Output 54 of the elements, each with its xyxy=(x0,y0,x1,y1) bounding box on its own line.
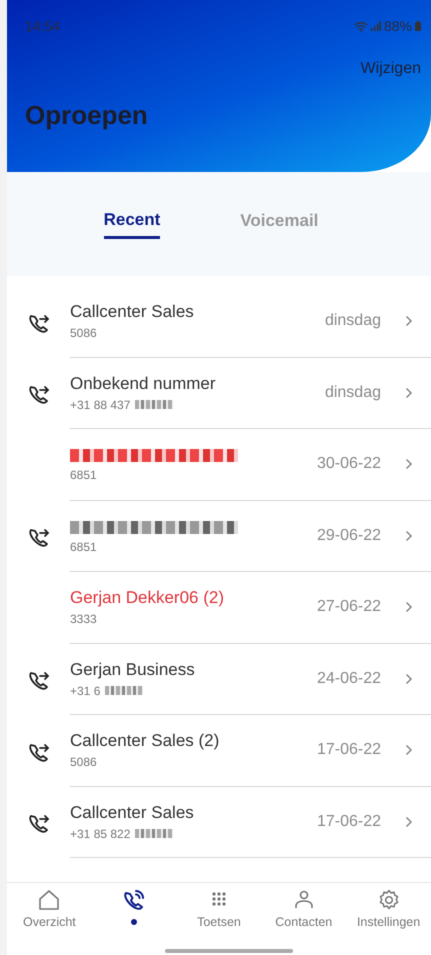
outgoing-call-icon xyxy=(28,312,50,333)
chevron-right-icon[interactable] xyxy=(405,458,413,470)
phone-number: 5086 xyxy=(70,326,97,340)
phone-icon xyxy=(123,889,146,911)
tab[interactable]: Voicemail xyxy=(240,211,318,237)
contact-name: Gerjan Dekker06 (2) xyxy=(70,588,226,608)
contact-name: Gerjan Business xyxy=(70,660,196,680)
outgoing-call-icon xyxy=(28,813,50,834)
status-time: 14:54 xyxy=(25,18,60,34)
phone-number: 6851 xyxy=(70,468,97,482)
battery-icon xyxy=(415,21,421,31)
call-date: 24-06-22 xyxy=(316,670,381,688)
contact-name: Onbekend nummer xyxy=(70,374,217,394)
home-icon xyxy=(38,889,60,911)
wifi-icon xyxy=(354,20,368,32)
active-indicator-dot xyxy=(131,919,138,925)
call-date: 29-06-22 xyxy=(316,526,381,545)
settings-icon xyxy=(378,889,400,911)
chevron-right-icon[interactable] xyxy=(405,386,413,399)
person-icon xyxy=(292,889,315,911)
call-date: 17-06-22 xyxy=(316,812,381,831)
call-date: dinsdag xyxy=(324,384,381,402)
page-title: Oproepen xyxy=(25,100,149,131)
outgoing-call-icon xyxy=(28,670,50,690)
chevron-right-icon[interactable] xyxy=(405,816,413,828)
chevron-right-icon[interactable] xyxy=(405,744,413,756)
edit-button[interactable]: Wijzigen xyxy=(360,60,421,78)
phone-number: 3333 xyxy=(70,612,97,626)
call-date: dinsdag xyxy=(324,312,381,330)
contact-name: Callcenter Sales xyxy=(70,302,195,322)
call-date: 30-06-22 xyxy=(316,455,381,474)
outgoing-call-icon xyxy=(28,527,50,548)
chevron-right-icon[interactable] xyxy=(405,601,413,614)
contact-name: Callcenter Sales xyxy=(70,802,195,823)
battery-percentage: 88% xyxy=(384,18,412,34)
contact-name: Callcenter Sales (2) xyxy=(70,731,220,752)
nav-tab[interactable]: Contacten xyxy=(262,889,345,955)
phone-number: +31 88 437 xyxy=(70,398,130,412)
chevron-right-icon[interactable] xyxy=(405,530,413,542)
tab[interactable]: Recent xyxy=(104,210,160,238)
nav-tab[interactable]: Overzicht xyxy=(8,889,90,955)
signal-icon xyxy=(370,21,381,31)
outgoing-call-icon xyxy=(28,742,50,762)
phone-number: 5086 xyxy=(70,755,97,770)
phone-number: +31 85 822 xyxy=(70,826,130,841)
phone-number: +31 6 xyxy=(70,684,100,698)
chevron-right-icon[interactable] xyxy=(405,315,413,328)
nav-tab[interactable]: Instellingen xyxy=(348,889,430,955)
call-date: 27-06-22 xyxy=(316,598,381,616)
call-date: 17-06-22 xyxy=(316,741,381,760)
outgoing-call-icon xyxy=(28,384,50,404)
chevron-right-icon[interactable] xyxy=(405,672,413,685)
phone-number: 6851 xyxy=(70,540,97,554)
nav-tab[interactable]: Toetsen xyxy=(178,889,260,955)
